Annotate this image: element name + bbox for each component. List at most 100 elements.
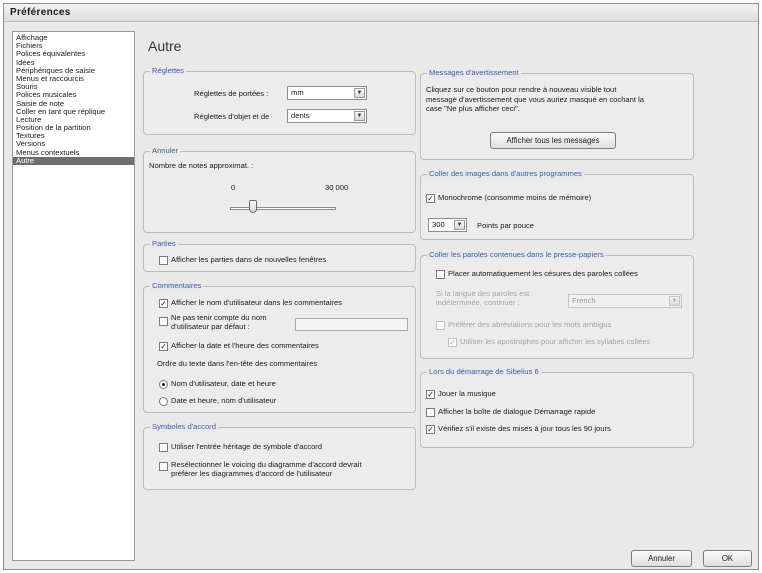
select-value: 300 xyxy=(432,220,445,229)
sidebar-item[interactable]: Idées xyxy=(13,59,134,67)
ok-button[interactable]: OK xyxy=(703,550,752,567)
chevron-down-icon: ▼ xyxy=(454,220,465,230)
slider-track[interactable] xyxy=(230,207,336,210)
commentaires-nom-utilisateur-option[interactable]: ✓ Afficher le nom d'utilisateur dans les … xyxy=(159,297,342,308)
description-line3: case "Ne plus afficher ceci". xyxy=(426,104,520,113)
radio-nom-date-heure[interactable]: Nom d'utilisateur, date et heure xyxy=(159,378,276,389)
checkbox[interactable] xyxy=(159,442,168,452)
langue-select[interactable]: French ▼ xyxy=(568,294,682,308)
description-line1: Cliquez sur ce bouton pour rendre à nouv… xyxy=(426,85,617,94)
preferences-window: Préférences Affichage Fichiers Polices équ… xyxy=(3,3,759,570)
group-symboles-accord: Symboles d'accord Utiliser l'entrée héri… xyxy=(143,422,416,490)
mises-a-jour-option[interactable]: ✓ Vérifiez s'il existe des mises à jour t… xyxy=(426,423,611,434)
commentaires-date-heure-option[interactable]: ✓ Afficher la date et l'heure des comment… xyxy=(159,340,319,351)
checkbox[interactable] xyxy=(436,269,445,279)
sidebar-item[interactable]: Lecture xyxy=(13,116,134,124)
reglettes-objet-select[interactable]: dents ▼ xyxy=(287,109,367,123)
group-commentaires: Commentaires ✓ Afficher le nom d'utilisat… xyxy=(143,281,416,413)
langue-label-line1: Si la langue des paroles est xyxy=(436,289,530,298)
checkbox[interactable]: ✓ xyxy=(159,341,168,351)
group-annuler: Annuler Nombre de notes approximat. : 0 … xyxy=(143,146,416,233)
cancel-button[interactable]: Annuler xyxy=(631,550,692,567)
monochrome-option[interactable]: ✓ Monochrome (consomme moins de mémoire) xyxy=(426,192,591,203)
parties-nouvelles-fenetres-option[interactable]: Afficher les parties dans de nouvelles f… xyxy=(159,254,326,265)
window-title: Préférences xyxy=(4,4,758,22)
abreviations-option[interactable]: Préférer des abréviations pour les mots … xyxy=(436,319,611,330)
sidebar-item[interactable]: Périphériques de saisie xyxy=(13,67,134,75)
dpi-label: Points par pouce xyxy=(477,221,534,230)
checkbox[interactable] xyxy=(159,462,168,471)
group-legend: Coller des images dans d'autres programm… xyxy=(427,169,584,179)
default-username-input[interactable] xyxy=(295,318,408,331)
checkbox[interactable] xyxy=(436,320,445,330)
slider-max-label: 30 000 xyxy=(325,183,349,192)
radio-button[interactable] xyxy=(159,396,168,406)
chevron-down-icon: ▼ xyxy=(669,296,680,306)
checkbox[interactable] xyxy=(159,317,168,326)
checkbox-label-line1: Ne pas tenir compte du nom xyxy=(171,313,267,322)
sidebar-item[interactable]: Position de la partition xyxy=(13,124,134,132)
group-legend: Réglettes xyxy=(150,66,187,76)
reglettes-portees-select[interactable]: mm ▼ xyxy=(287,86,367,100)
checkbox[interactable] xyxy=(426,407,435,417)
checkbox-label-line2: préférer les diagrammes d'accord de l'ut… xyxy=(171,469,333,478)
checkbox[interactable]: ✓ xyxy=(426,389,435,399)
symboles-voicing-option[interactable]: Resélectionner le voicing du diagramme d… xyxy=(159,460,362,478)
reglettes-objet-label: Réglettes d'objet et de xyxy=(194,112,270,121)
sidebar-item[interactable]: Affichage xyxy=(13,34,134,42)
jouer-musique-option[interactable]: ✓ Jouer la musique xyxy=(426,388,496,399)
checkbox[interactable]: ✓ xyxy=(426,424,435,434)
apostrophes-option[interactable]: ✓ Utiliser les apostrophes pour afficher … xyxy=(448,336,650,347)
checkbox-label: Monochrome (consomme moins de mémoire) xyxy=(438,193,592,202)
commentaires-ignorer-nom-option[interactable]: Ne pas tenir compte du nom d'utilisateur … xyxy=(159,313,266,331)
sidebar-item[interactable]: Polices musicales xyxy=(13,91,134,99)
group-coller-images: Coller des images dans d'autres programm… xyxy=(420,169,694,240)
dpi-select[interactable]: 300 ▼ xyxy=(428,218,467,232)
sidebar-item[interactable]: Coller en tant que réplique xyxy=(13,108,134,116)
chevron-down-icon: ▼ xyxy=(354,88,365,98)
group-messages: Messages d'avertissement Cliquez sur ce … xyxy=(420,68,694,160)
sidebar-item[interactable]: Versions xyxy=(13,140,134,148)
checkbox-label: Préférer des abréviations pour les mots … xyxy=(448,320,612,329)
sidebar-item[interactable]: Menus contextuels xyxy=(13,149,134,157)
checkbox-label: Afficher les parties dans de nouvelles f… xyxy=(171,255,327,264)
checkbox[interactable]: ✓ xyxy=(426,193,435,203)
radio-date-heure-nom[interactable]: Date et heure, nom d'utilisateur xyxy=(159,395,276,406)
checkbox-label: Utiliser les apostrophes pour afficher l… xyxy=(460,337,651,346)
sidebar-item[interactable]: Menus et raccourcis xyxy=(13,75,134,83)
langue-label-line2: indéterminée, continuer : xyxy=(436,298,520,307)
group-reglettes: Réglettes Réglettes de portées : mm ▼ Ré… xyxy=(143,66,416,135)
checkbox[interactable]: ✓ xyxy=(159,298,168,308)
sidebar-item[interactable]: Textures xyxy=(13,132,134,140)
sidebar-item[interactable]: Autre xyxy=(13,156,134,165)
group-legend: Parties xyxy=(150,239,178,249)
checkbox-label: Afficher le nom d'utilisateur dans les c… xyxy=(171,298,342,307)
page-title: Autre xyxy=(148,38,182,54)
group-legend: Lors du démarrage de Sibelius 6 xyxy=(427,367,541,377)
demarrage-rapide-option[interactable]: Afficher la boîte de dialogue Démarrage … xyxy=(426,406,595,417)
sidebar-item[interactable]: Fichiers xyxy=(13,42,134,50)
slider-min-label: 0 xyxy=(231,183,236,192)
radio-label: Date et heure, nom d'utilisateur xyxy=(171,396,277,405)
group-legend: Messages d'avertissement xyxy=(427,68,521,78)
description-line2: message d'avertissement que vous auriez … xyxy=(426,94,644,104)
sidebar-item[interactable]: Polices équivalentes xyxy=(13,50,134,58)
select-value: mm xyxy=(291,88,304,97)
checkbox-label-line1: Resélectionner le voicing du diagramme d… xyxy=(171,460,362,469)
checkbox-label: Afficher la boîte de dialogue Démarrage … xyxy=(438,407,596,416)
checkbox-label: Utiliser l'entrée héritage de symbole d'… xyxy=(171,442,323,451)
slider-thumb[interactable] xyxy=(249,200,258,213)
cesures-option[interactable]: Placer automatiquement les césures des p… xyxy=(436,268,638,279)
sidebar-item[interactable]: Saisie de note xyxy=(13,100,134,108)
category-list[interactable]: Affichage Fichiers Polices équivalentes Idé… xyxy=(12,31,135,561)
checkbox[interactable] xyxy=(159,255,168,265)
sidebar-item[interactable]: Souris xyxy=(13,83,134,91)
checkbox[interactable]: ✓ xyxy=(448,337,457,347)
chevron-down-icon: ▼ xyxy=(354,111,365,121)
group-legend: Coller les paroles contenues dans le pre… xyxy=(427,250,606,260)
radio-button[interactable] xyxy=(159,379,168,389)
reglettes-portees-label: Réglettes de portées : xyxy=(194,89,269,98)
symboles-heritage-option[interactable]: Utiliser l'entrée héritage de symbole d'… xyxy=(159,441,322,452)
messages-description: Cliquez sur ce bouton pour rendre à nouv… xyxy=(426,85,644,114)
show-all-messages-button[interactable]: Afficher tous les messages xyxy=(490,132,616,149)
